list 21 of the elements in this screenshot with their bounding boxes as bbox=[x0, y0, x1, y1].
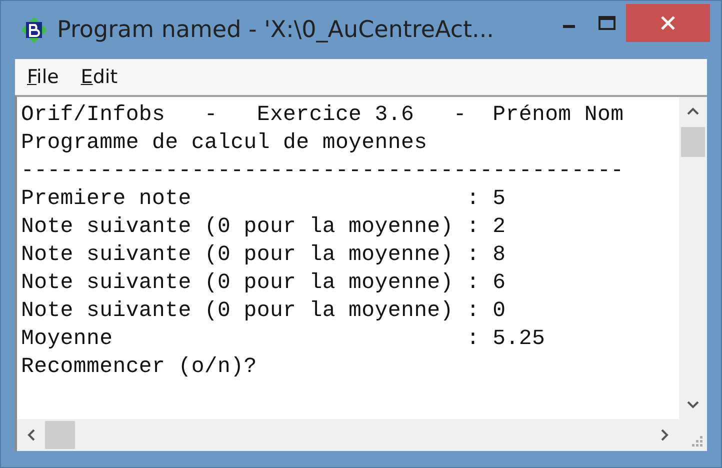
maximize-icon bbox=[598, 15, 616, 31]
app-icon bbox=[21, 17, 47, 43]
console-line: Note suivante (0 pour la moyenne) : 2 bbox=[21, 214, 507, 241]
console-line: Orif/Infobs - Exercice 3.6 - Prénom Nom bbox=[21, 102, 625, 129]
console-line: ---------------------------------------------- bbox=[21, 158, 625, 185]
scroll-thumb[interactable] bbox=[45, 421, 75, 449]
window-title: Program named - 'X:\0_AuCentreAct... bbox=[57, 17, 494, 43]
scroll-thumb[interactable] bbox=[681, 127, 705, 157]
menu-item[interactable]: File bbox=[21, 66, 65, 88]
resize-grip-icon[interactable] bbox=[689, 433, 703, 447]
console-line: Moyenne : 5.25 bbox=[21, 326, 546, 353]
console-line: Note suivante (0 pour la moyenne) : 0 bbox=[21, 298, 507, 325]
console-line: Note suivante (0 pour la moyenne) : 6 bbox=[21, 270, 507, 297]
minimize-icon bbox=[563, 24, 575, 28]
console-line: Programme de calcul de moyennes bbox=[21, 130, 428, 157]
menu-item[interactable]: Edit bbox=[74, 66, 124, 88]
close-icon bbox=[660, 15, 676, 31]
close-button[interactable] bbox=[626, 4, 710, 42]
console-line: Premiere note : 5 bbox=[21, 186, 507, 213]
console-line: Recommencer (o/n)? bbox=[21, 354, 258, 381]
console-line: Note suivante (0 pour la moyenne) : 8 bbox=[21, 242, 507, 269]
